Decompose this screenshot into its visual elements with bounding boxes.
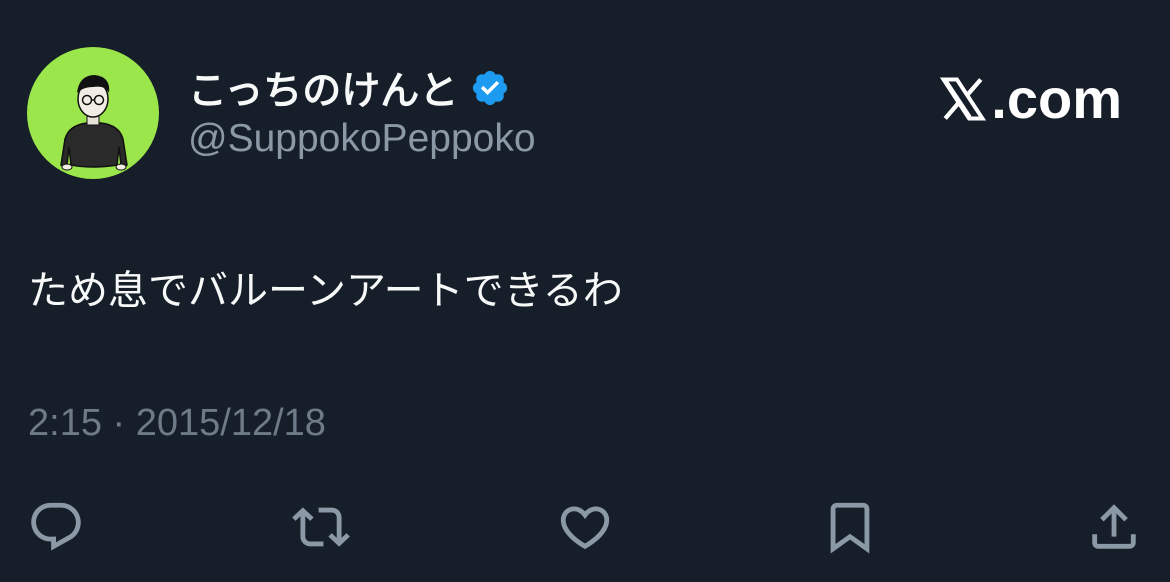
author-display-name[interactable]: こっちのけんと (188, 60, 458, 116)
author-display-name-row[interactable]: こっちのけんと (188, 60, 510, 116)
share-icon (1092, 504, 1136, 549)
bookmark-icon (830, 502, 870, 554)
reply-icon (31, 502, 81, 551)
bookmark-button[interactable] (818, 495, 882, 559)
retweet-icon (292, 507, 350, 547)
share-button[interactable] (1082, 495, 1146, 559)
tweet-text: ため息でバルーンアートできるわ (28, 268, 623, 314)
tweet-action-bar (0, 495, 1170, 559)
x-logo-icon (940, 77, 987, 120)
avatar[interactable] (27, 47, 159, 179)
like-button[interactable] (553, 495, 617, 559)
reply-button[interactable] (24, 495, 88, 559)
tweet-timestamp[interactable]: 2:15 · 2015/12/18 (28, 402, 326, 445)
verified-badge-icon (470, 68, 510, 108)
like-icon (560, 506, 610, 550)
x-brand-logo[interactable]: .com (937, 66, 1122, 131)
avatar-illustration-icon (60, 75, 128, 171)
x-logo-text: .com (991, 67, 1122, 130)
author-handle[interactable]: @SuppokoPeppoko (188, 117, 536, 161)
retweet-button[interactable] (289, 495, 353, 559)
tweet-card: こっちのけんと @SuppokoPeppoko .com ため息でバルーンアート… (0, 0, 1170, 582)
